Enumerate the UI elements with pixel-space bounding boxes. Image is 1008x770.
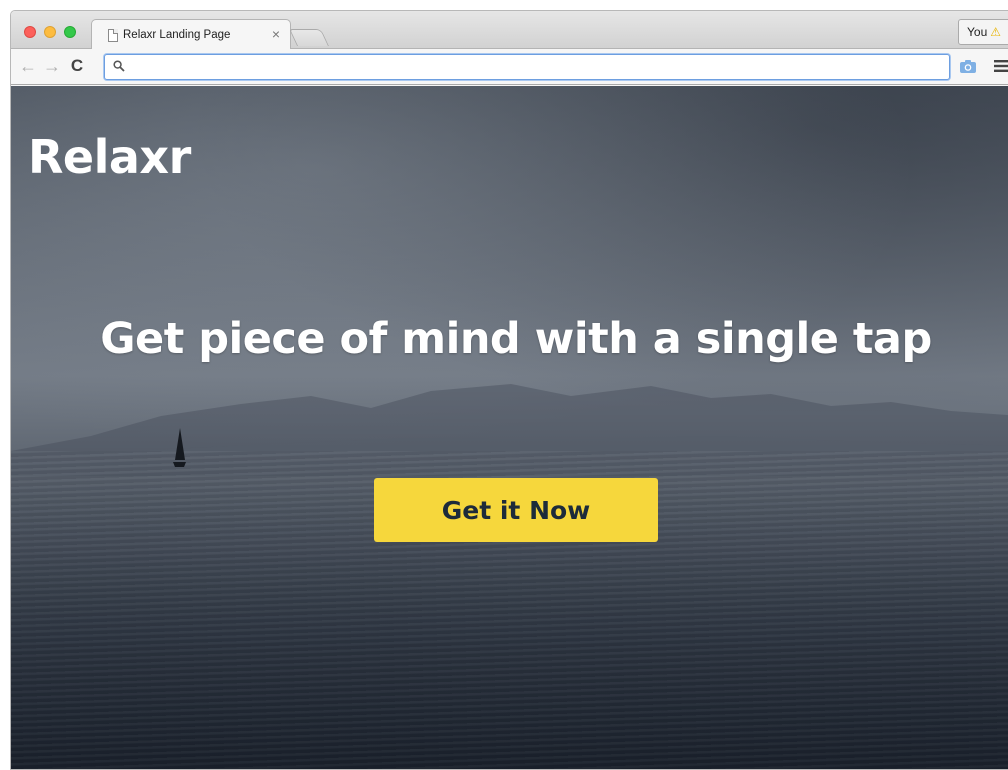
tab-close-icon[interactable]: ×	[272, 26, 280, 42]
profile-label: You	[967, 25, 988, 39]
landing-page: Relaxr Get piece of mind with a single t…	[11, 86, 1008, 769]
search-icon	[113, 60, 125, 72]
menu-icon[interactable]	[994, 60, 1008, 72]
profile-button[interactable]: You ⚠	[958, 19, 1008, 45]
new-tab-button[interactable]	[289, 29, 329, 46]
forward-arrow-icon[interactable]: →	[41, 55, 63, 77]
tab-strip: Relaxr Landing Page × You ⚠	[11, 11, 1008, 50]
tab-title: Relaxr Landing Page	[123, 29, 231, 41]
brand-logo[interactable]: Relaxr	[28, 130, 191, 184]
close-window-button[interactable]	[24, 26, 36, 38]
tab-relaxr-landing-page[interactable]: Relaxr Landing Page ×	[91, 19, 291, 50]
address-bar[interactable]	[104, 54, 950, 80]
browser-toolbar: ← → C	[11, 49, 1008, 85]
minimize-window-button[interactable]	[44, 26, 56, 38]
get-it-now-button[interactable]: Get it Now	[374, 478, 658, 542]
zoom-window-button[interactable]	[64, 26, 76, 38]
warning-icon: ⚠	[990, 25, 1002, 39]
hero-headline: Get piece of mind with a single tap	[100, 314, 932, 364]
camera-icon[interactable]	[959, 59, 977, 74]
browser-window: Relaxr Landing Page × You ⚠ ← → C Relaxr…	[10, 10, 1008, 770]
reload-icon[interactable]: C	[66, 55, 88, 77]
sailboat-icon	[173, 428, 186, 467]
document-icon	[108, 29, 118, 42]
back-arrow-icon[interactable]: ←	[17, 55, 39, 77]
